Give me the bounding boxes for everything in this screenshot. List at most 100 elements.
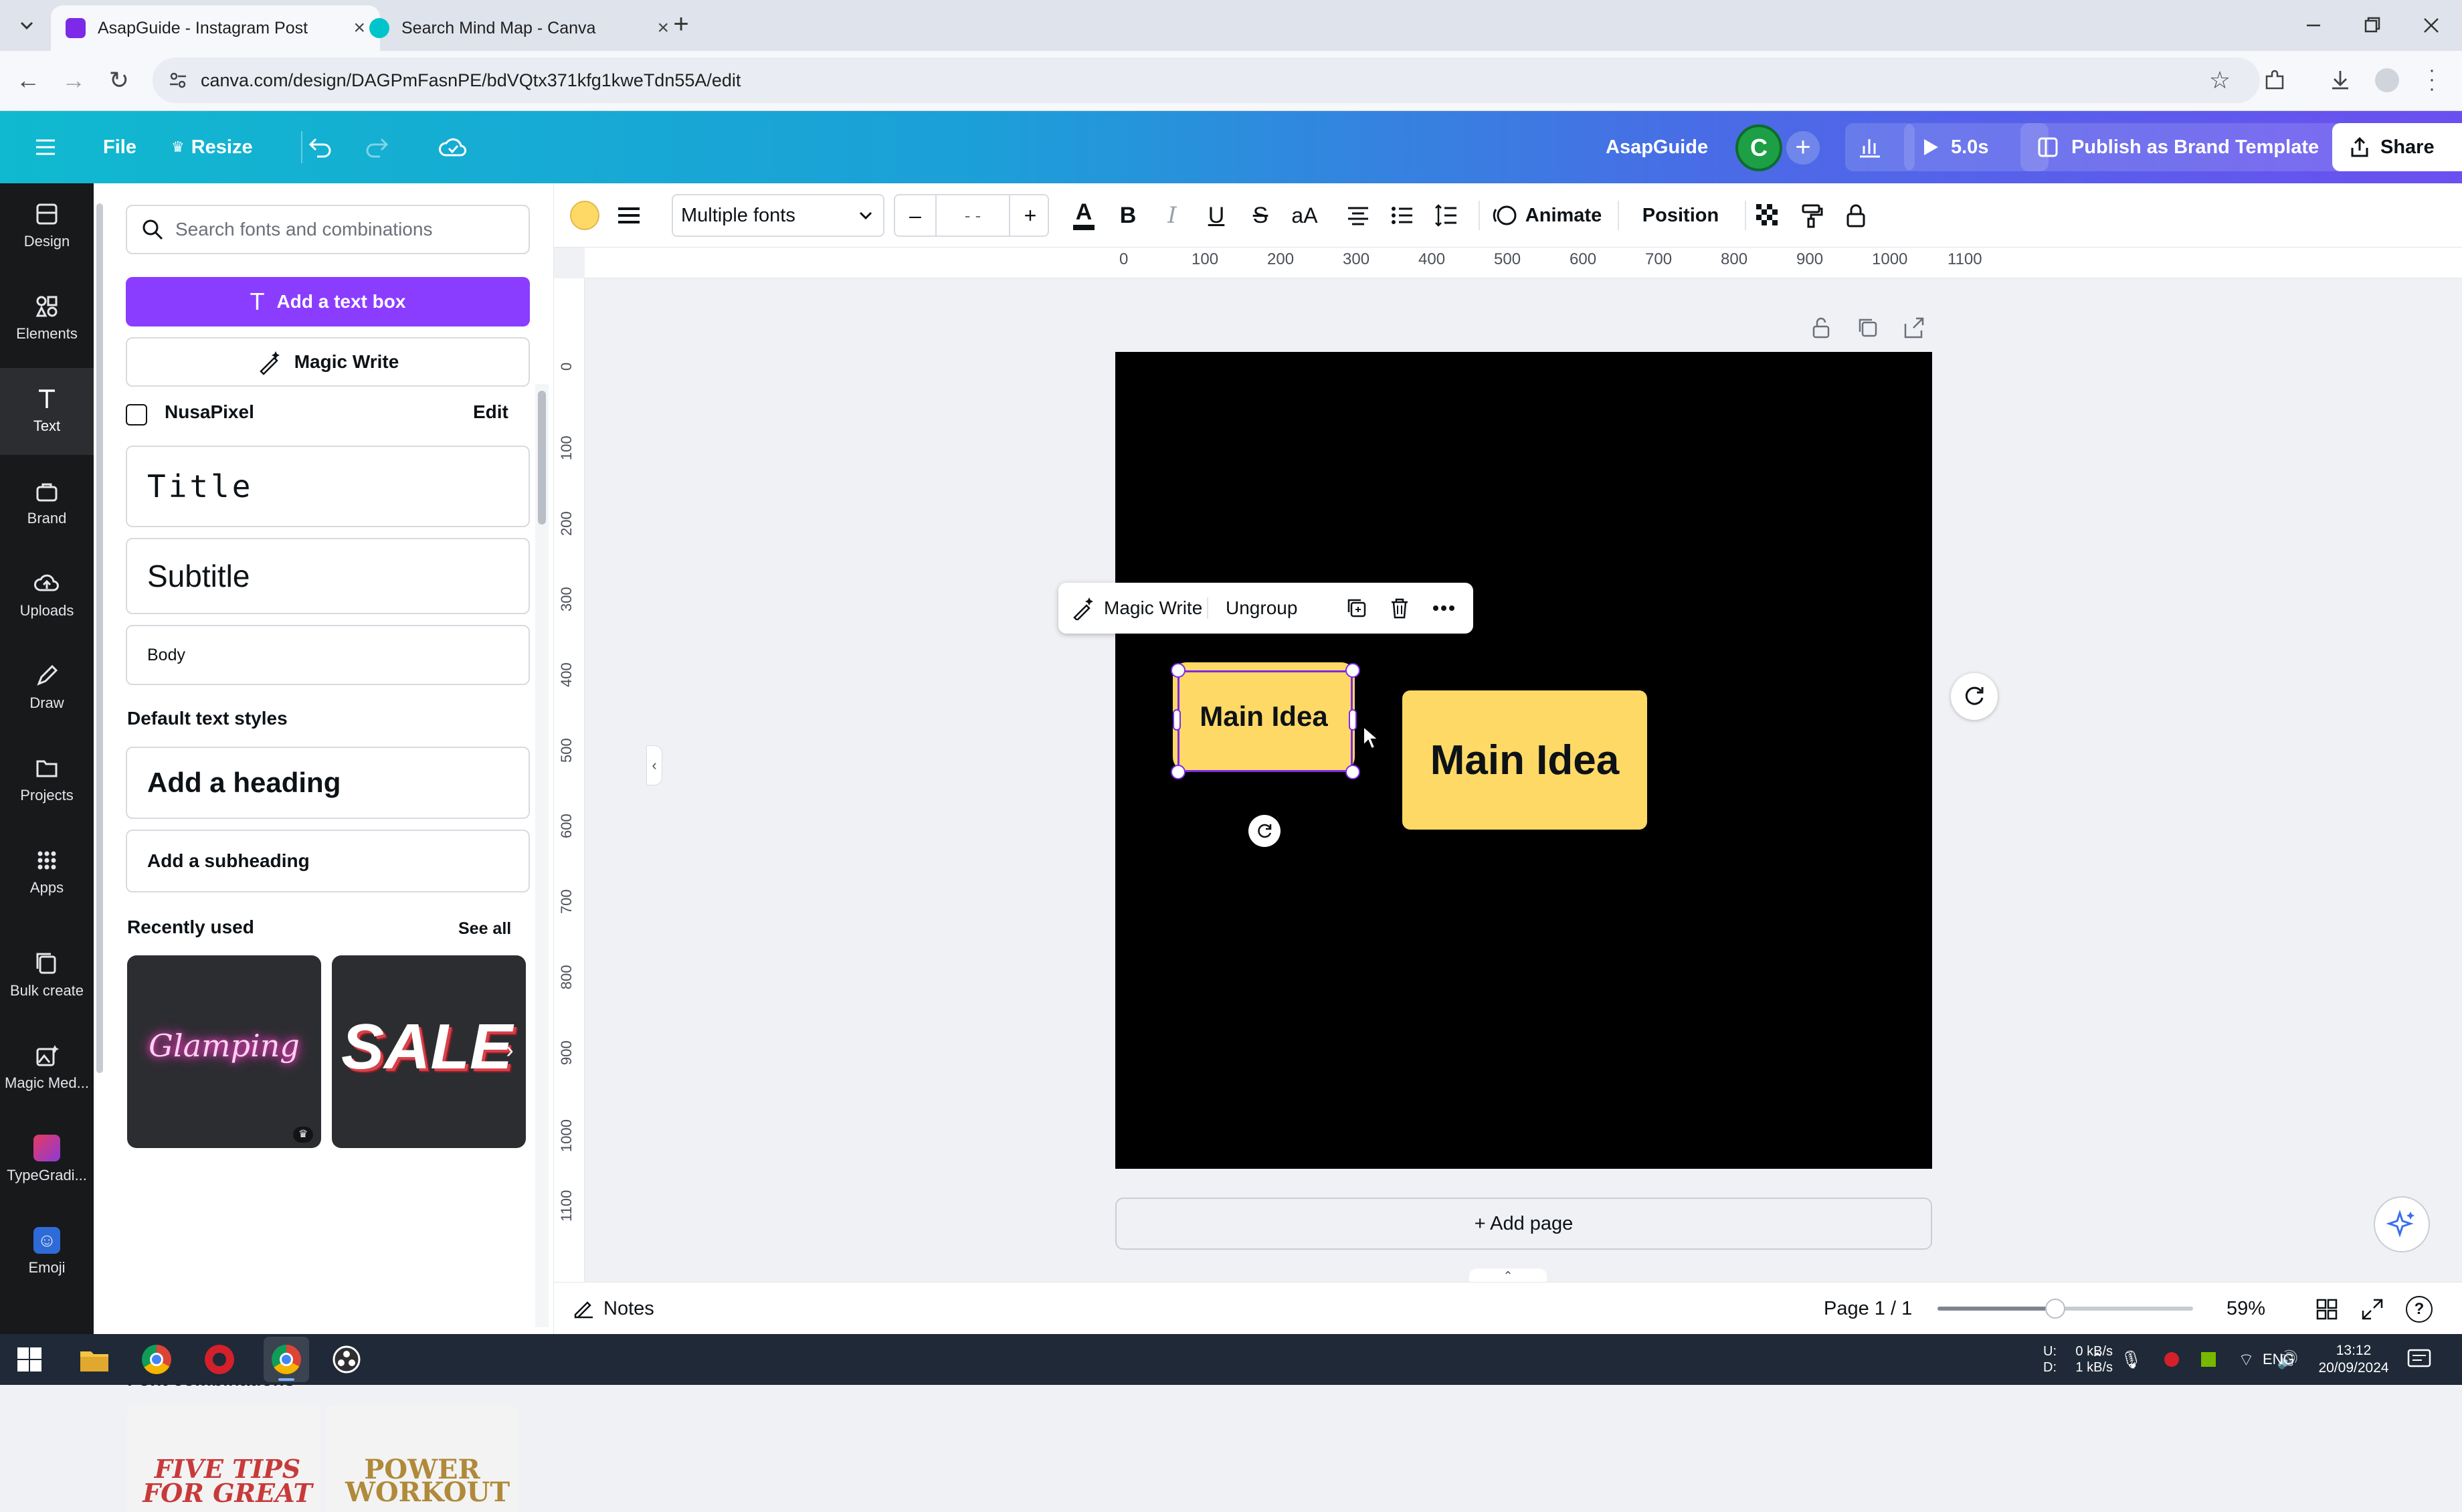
- animate-button[interactable]: Animate: [1480, 183, 1614, 248]
- decrease-font-size-button[interactable]: –: [895, 195, 935, 235]
- brand-subtitle-style[interactable]: Subtitle: [126, 538, 530, 614]
- rail-item-magic-media[interactable]: Magic Med...: [0, 1025, 94, 1112]
- file-explorer-icon[interactable]: [79, 1345, 110, 1374]
- font-size-input[interactable]: - -: [935, 195, 1010, 235]
- border-style-icon[interactable]: [616, 202, 642, 229]
- see-all-link[interactable]: See all: [458, 919, 511, 939]
- zoom-slider-thumb[interactable]: [2045, 1299, 2065, 1319]
- underline-button[interactable]: U: [1196, 183, 1236, 248]
- brand-name[interactable]: AsapGuide: [1606, 111, 1708, 183]
- invite-plus-button[interactable]: +: [1786, 131, 1820, 165]
- lock-page-icon[interactable]: [1808, 314, 1834, 341]
- resize-handle[interactable]: [1171, 663, 1186, 678]
- clock[interactable]: 13:12 20/09/2024: [2318, 1334, 2388, 1385]
- grid-view-icon[interactable]: [2315, 1297, 2339, 1321]
- bookmark-star-icon[interactable]: ☆: [2206, 67, 2233, 94]
- rail-item-design[interactable]: Design: [0, 183, 94, 270]
- more-options-icon[interactable]: [1430, 596, 1457, 620]
- brand-title-style[interactable]: Title: [126, 446, 530, 527]
- position-button[interactable]: Position: [1622, 183, 1739, 248]
- hamburger-menu-icon[interactable]: [32, 134, 59, 161]
- rail-item-brand[interactable]: Brand: [0, 460, 94, 547]
- site-info-icon[interactable]: [167, 70, 189, 91]
- publish-brand-template-button[interactable]: Publish as Brand Template: [2020, 123, 2356, 171]
- address-omnibox[interactable]: canva.com/design/DAGPmFasnPE/bdVQtx371kf…: [153, 58, 2260, 103]
- microphone-icon[interactable]: 🎙: [2120, 1349, 2142, 1370]
- windows-start-icon[interactable]: [16, 1346, 43, 1373]
- user-avatar[interactable]: C: [1735, 124, 1782, 171]
- obs-tray-icon[interactable]: [2164, 1352, 2179, 1367]
- recent-thumb-glamping[interactable]: Glamping ♛: [127, 955, 321, 1148]
- add-page-icon[interactable]: [1900, 314, 1927, 341]
- panel-outer-scrollbar[interactable]: [96, 190, 104, 1327]
- rail-item-uploads[interactable]: Uploads: [0, 553, 94, 640]
- downloads-icon[interactable]: [2326, 66, 2355, 95]
- bold-button[interactable]: B: [1108, 183, 1148, 248]
- brand-kit-edit-link[interactable]: Edit: [473, 401, 508, 423]
- strikethrough-button[interactable]: S: [1240, 183, 1281, 248]
- tab-search-mind-map[interactable]: Search Mind Map - Canva ×: [355, 5, 684, 51]
- show-pages-handle[interactable]: ⌃: [1469, 1268, 1547, 1283]
- fill-color-swatch[interactable]: [570, 201, 599, 230]
- wifi-icon[interactable]: ⌔: [2238, 1349, 2254, 1371]
- zoom-level[interactable]: 59%: [2227, 1283, 2265, 1335]
- combo-thumb-power-workout[interactable]: POWER WORKOUT: [325, 1405, 519, 1512]
- reload-icon[interactable]: ↻: [104, 67, 134, 94]
- share-button[interactable]: Share: [2332, 123, 2462, 171]
- tab-asapguide[interactable]: AsapGuide - Instagram Post ×: [51, 5, 380, 51]
- redo-icon[interactable]: [363, 132, 393, 163]
- rail-item-text[interactable]: Text: [0, 368, 94, 455]
- extensions-icon[interactable]: [2260, 66, 2289, 95]
- comment-button[interactable]: [1951, 673, 1998, 720]
- page-indicator[interactable]: Page 1 / 1: [1824, 1283, 1912, 1335]
- ungroup-button[interactable]: Ungroup: [1226, 583, 1297, 634]
- combo-thumb-five-tips[interactable]: FIVE TIPS FOR GREAT: [127, 1405, 321, 1512]
- rail-item-draw[interactable]: Draw: [0, 645, 94, 732]
- recent-thumb-sale[interactable]: SALE ›: [332, 955, 526, 1148]
- file-menu-button[interactable]: File: [103, 111, 136, 183]
- resize-handle[interactable]: [1171, 765, 1186, 779]
- nvidia-tray-icon[interactable]: [2201, 1352, 2216, 1367]
- rail-item-emoji[interactable]: ☺ Emoji: [0, 1210, 94, 1297]
- obs-icon[interactable]: [332, 1345, 361, 1374]
- help-icon[interactable]: ?: [2406, 1296, 2433, 1323]
- font-search-input[interactable]: Search fonts and combinations: [126, 205, 530, 254]
- zoom-slider-track[interactable]: [1937, 1307, 2193, 1311]
- float-magic-write-button[interactable]: Magic Write: [1072, 583, 1202, 634]
- side-resize-handle[interactable]: [1349, 709, 1357, 731]
- cloud-save-icon[interactable]: [436, 132, 470, 163]
- spacing-button[interactable]: [1426, 183, 1466, 248]
- duplicate-icon[interactable]: [1345, 596, 1369, 620]
- resize-handle[interactable]: [1345, 663, 1360, 678]
- rail-item-bulk-create[interactable]: Bulk create: [0, 933, 94, 1020]
- letter-case-button[interactable]: aA: [1285, 183, 1325, 248]
- rail-item-elements[interactable]: Elements: [0, 276, 94, 363]
- chevron-right-icon[interactable]: ›: [496, 1037, 523, 1064]
- add-subheading-button[interactable]: Add a subheading: [126, 830, 530, 892]
- add-page-button[interactable]: + Add page: [1115, 1198, 1932, 1250]
- chrome-icon[interactable]: [142, 1345, 171, 1374]
- side-resize-handle[interactable]: [1173, 709, 1181, 731]
- brand-body-style[interactable]: Body: [126, 625, 530, 685]
- recorder-icon[interactable]: [205, 1345, 234, 1374]
- transparency-button[interactable]: [1747, 183, 1788, 248]
- profile-avatar-icon[interactable]: [2375, 68, 2399, 92]
- lock-button[interactable]: [1836, 183, 1876, 248]
- copy-style-button[interactable]: [1792, 183, 1832, 248]
- tab-search-icon[interactable]: [15, 13, 39, 37]
- italic-button[interactable]: I: [1152, 183, 1192, 248]
- text-color-button[interactable]: A: [1064, 183, 1104, 248]
- undo-icon[interactable]: [304, 132, 335, 163]
- main-idea-box[interactable]: Main Idea: [1402, 690, 1647, 830]
- font-size-stepper[interactable]: – - - +: [894, 194, 1049, 237]
- rail-item-projects[interactable]: Projects: [0, 737, 94, 824]
- text-align-button[interactable]: [1338, 183, 1378, 248]
- notes-button[interactable]: Notes: [573, 1283, 654, 1335]
- forward-icon[interactable]: →: [59, 67, 88, 94]
- rotate-handle[interactable]: [1248, 815, 1281, 847]
- list-button[interactable]: [1382, 183, 1422, 248]
- notifications-icon[interactable]: [2406, 1347, 2433, 1372]
- duplicate-page-icon[interactable]: [1855, 314, 1881, 341]
- new-tab-button[interactable]: +: [666, 9, 696, 39]
- rail-item-typegradient[interactable]: TypeGradi...: [0, 1117, 94, 1204]
